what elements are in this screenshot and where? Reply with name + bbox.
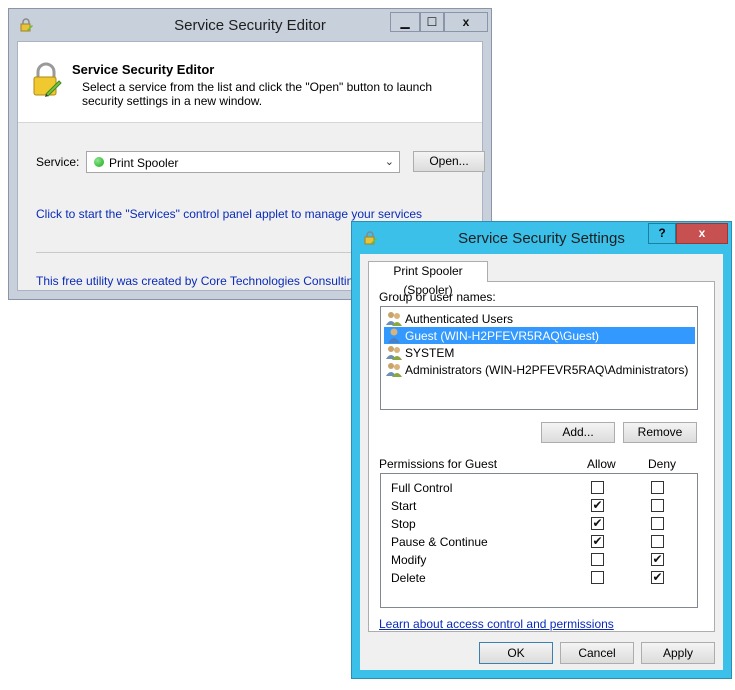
deny-checkbox[interactable] <box>651 499 664 512</box>
permission-name: Start <box>391 499 417 513</box>
user-name: SYSTEM <box>405 346 455 360</box>
running-status-icon <box>94 157 104 167</box>
allow-checkbox[interactable]: ✔ <box>591 535 604 548</box>
ok-button[interactable]: OK <box>479 642 553 664</box>
settings-close-button[interactable]: x <box>676 223 728 244</box>
permission-name: Delete <box>391 571 426 585</box>
help-button[interactable]: ? <box>648 223 676 244</box>
deny-column-header: Deny <box>648 457 677 471</box>
editor-titlebar[interactable]: Service Security Editor ▁ ☐ x <box>9 9 491 41</box>
deny-checkbox[interactable]: ✔ <box>651 571 664 584</box>
permission-name: Stop <box>391 517 416 531</box>
deny-checkbox[interactable] <box>651 517 664 530</box>
user-name: Authenticated Users <box>405 312 514 326</box>
group-icon <box>386 346 402 360</box>
credit-link[interactable]: This free utility was created by Core Te… <box>36 274 389 288</box>
service-label: Service: <box>36 155 80 169</box>
service-dropdown[interactable]: Print Spooler ⌄ <box>86 151 400 173</box>
user-name: Administrators (WIN-H2PFEVR5RAQ\Administ… <box>405 363 689 377</box>
apply-button[interactable]: Apply <box>641 642 715 664</box>
allow-column-header: Allow <box>587 457 616 471</box>
user-name: Guest (WIN-H2PFEVR5RAQ\Guest) <box>405 329 600 343</box>
list-item[interactable]: Administrators (WIN-H2PFEVR5RAQ\Administ… <box>384 361 695 378</box>
permission-row: Start ✔ <box>381 497 697 515</box>
header-description: Select a service from the list and click… <box>82 80 433 108</box>
permission-row: Full Control <box>381 479 697 497</box>
maximize-button[interactable]: ☐ <box>420 12 444 32</box>
chevron-down-icon[interactable]: ⌄ <box>385 155 394 168</box>
permission-name: Modify <box>391 553 427 567</box>
open-button[interactable]: Open... <box>413 151 485 172</box>
deny-checkbox[interactable] <box>651 535 664 548</box>
permission-name: Full Control <box>391 481 453 495</box>
allow-checkbox[interactable] <box>591 571 604 584</box>
permission-row: Modify ✔ <box>381 551 697 569</box>
services-applet-link[interactable]: Click to start the "Services" control pa… <box>36 207 422 221</box>
list-item-selected[interactable]: Guest (WIN-H2PFEVR5RAQ\Guest) <box>384 327 695 344</box>
group-icon <box>386 312 402 326</box>
permissions-list: Full Control Start ✔ Stop ✔ Pause & Cont… <box>380 473 698 608</box>
permissions-label: Permissions for Guest <box>379 457 498 471</box>
minimize-button[interactable]: ▁ <box>390 12 420 32</box>
remove-button[interactable]: Remove <box>623 422 697 443</box>
list-item[interactable]: Authenticated Users <box>384 310 695 327</box>
list-item[interactable]: SYSTEM <box>384 344 695 361</box>
allow-checkbox[interactable] <box>591 481 604 494</box>
learn-access-control-link[interactable]: Learn about access control and permissio… <box>379 617 614 631</box>
allow-checkbox[interactable]: ✔ <box>591 499 604 512</box>
deny-checkbox[interactable] <box>651 481 664 494</box>
user-icon <box>388 328 400 343</box>
deny-checkbox[interactable]: ✔ <box>651 553 664 566</box>
allow-checkbox[interactable]: ✔ <box>591 517 604 530</box>
permission-name: Pause & Continue <box>391 535 488 549</box>
permission-row: Pause & Continue ✔ <box>381 533 697 551</box>
editor-header: Service Security Editor Select a service… <box>18 42 482 123</box>
add-button[interactable]: Add... <box>541 422 615 443</box>
users-listbox[interactable]: Authenticated Users Guest (WIN-H2PFEVR5R… <box>380 306 698 410</box>
service-dropdown-value: Print Spooler <box>109 156 179 170</box>
header-title: Service Security Editor <box>72 62 215 77</box>
editor-close-button[interactable]: x <box>444 12 488 32</box>
group-icon <box>386 363 402 377</box>
settings-client-area: Print Spooler (Spooler) Group or user na… <box>360 254 723 670</box>
allow-checkbox[interactable] <box>591 553 604 566</box>
tab-print-spooler[interactable]: Print Spooler (Spooler) <box>368 261 488 297</box>
permission-row: Stop ✔ <box>381 515 697 533</box>
service-security-settings-window: Service Security Settings ? x Print Spoo… <box>351 221 732 679</box>
cancel-button[interactable]: Cancel <box>560 642 634 664</box>
tab-panel: Group or user names: Authenticated Users… <box>368 281 715 632</box>
permission-row: Delete ✔ <box>381 569 697 587</box>
lock-pencil-icon <box>33 62 62 97</box>
